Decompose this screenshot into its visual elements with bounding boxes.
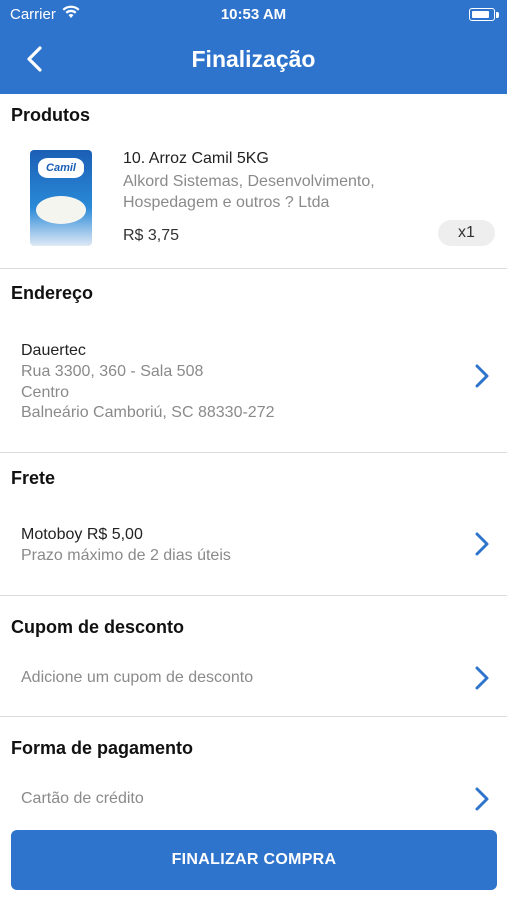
address-line-2: Centro xyxy=(21,383,70,401)
product-seller: Alkord Sistemas, Desenvolvimento, Hosped… xyxy=(123,173,375,211)
address-line-1: Rua 3300, 360 - Sala 508 xyxy=(21,363,204,380)
rice-graphic xyxy=(36,196,86,224)
shipping-method: Motoboy R$ 5,00 xyxy=(21,526,143,543)
page-title: Finalização xyxy=(191,46,316,72)
coupon-placeholder[interactable]: Adicione um cupom de desconto xyxy=(21,668,253,689)
address-line-3: Balneário Camboriú, SC 88330-272 xyxy=(21,404,275,421)
products-title: Produtos xyxy=(11,105,90,125)
shipping-title: Frete xyxy=(11,468,56,488)
clock: 10:53 AM xyxy=(220,6,287,23)
battery-icon xyxy=(469,8,495,21)
shipping-deadline: Prazo máximo de 2 dias úteis xyxy=(21,547,231,564)
address-section[interactable]: Endereço Dauertec Rua 3300, 360 - Sala 5… xyxy=(0,269,507,453)
product-brand-logo: Camil xyxy=(38,158,84,178)
shipping-section[interactable]: Frete Motoboy R$ 5,00 Prazo máximo de 2 … xyxy=(0,453,507,596)
product-image: Camil xyxy=(30,150,92,246)
payment-title: Forma de pagamento xyxy=(11,738,194,758)
product-price: R$ 3,75 xyxy=(123,227,180,244)
chevron-right-icon[interactable] xyxy=(474,363,490,389)
chevron-right-icon[interactable] xyxy=(474,531,490,557)
chevron-right-icon[interactable] xyxy=(474,786,490,812)
coupon-section[interactable]: Cupom de desconto Adicione um cupom de d… xyxy=(0,596,507,717)
address-title: Endereço xyxy=(11,283,94,303)
coupon-title: Cupom de desconto xyxy=(11,617,185,637)
checkout-button[interactable]: FINALIZAR COMPRA xyxy=(11,830,497,890)
nav-header: Carrier 10:53 AM Finalização xyxy=(0,0,507,94)
product-name: 10. Arroz Camil 5KG xyxy=(123,150,269,167)
chevron-right-icon[interactable] xyxy=(474,665,490,691)
checkout-content: Produtos Camil 10. Arroz Camil 5KG Alkor… xyxy=(0,94,507,900)
payment-method: Cartão de crédito xyxy=(21,790,144,807)
status-bar: Carrier 10:53 AM xyxy=(0,4,507,26)
products-section: Produtos Camil 10. Arroz Camil 5KG Alkor… xyxy=(0,94,507,269)
battery-tip xyxy=(496,12,499,18)
address-name: Dauertec xyxy=(21,342,86,359)
payment-section[interactable]: Forma de pagamento Cartão de crédito xyxy=(0,717,507,837)
quantity-badge: x1 xyxy=(438,220,495,246)
